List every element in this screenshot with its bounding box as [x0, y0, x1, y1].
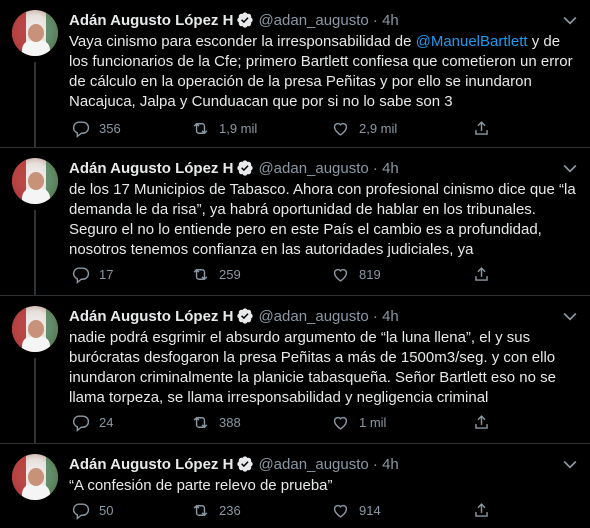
thread-line [34, 210, 36, 296]
retweet-count: 236 [219, 502, 241, 518]
reply-icon [72, 120, 90, 138]
share-icon [475, 266, 488, 281]
author-name[interactable]: Adán Augusto López H [69, 456, 233, 473]
like-icon [333, 268, 348, 282]
tweet-header: Adán Augusto López H @adan_augusto · 4h [69, 454, 399, 474]
share-button[interactable] [472, 500, 491, 520]
author-handle[interactable]: @adan_augusto · 4h [258, 160, 398, 177]
share-button[interactable] [472, 264, 491, 284]
share-icon [475, 414, 488, 429]
thread-line [34, 62, 36, 148]
retweet-count: 259 [219, 266, 241, 282]
author-name[interactable]: Adán Augusto López H [69, 12, 233, 29]
verified-badge-icon [236, 11, 254, 29]
author-handle[interactable]: @adan_augusto · 4h [258, 308, 398, 325]
tweet-actions: 50 236 914 [69, 500, 489, 520]
retweet-count: 388 [219, 414, 241, 430]
thread-line [34, 358, 36, 444]
verified-badge-icon [236, 307, 254, 325]
like-icon [333, 122, 348, 136]
tweet-header: Adán Augusto López H @adan_augusto · 4h [69, 158, 399, 178]
like-icon [333, 416, 348, 430]
tweet-text: de los 17 Municipios de Tabasco. Ahora c… [69, 181, 576, 258]
like-count: 914 [359, 502, 381, 518]
retweet-button[interactable]: 259 [191, 264, 241, 284]
tweet-actions: 356 1,9 mil 2,9 mil [69, 118, 489, 138]
chevron-down-icon[interactable] [560, 158, 580, 178]
mention-link[interactable]: @ManuelBartlett [416, 33, 528, 50]
share-icon [475, 120, 488, 135]
tweet-1[interactable]: Adán Augusto López H @adan_augusto · 4h … [0, 0, 590, 148]
reply-button[interactable]: 50 [71, 500, 113, 520]
reply-count: 17 [99, 266, 114, 282]
reply-count: 24 [99, 414, 114, 430]
chevron-down-icon[interactable] [560, 306, 580, 326]
retweet-count: 1,9 mil [219, 120, 258, 136]
reply-count: 356 [99, 120, 121, 136]
avatar[interactable] [12, 158, 58, 204]
retweet-button[interactable]: 388 [191, 412, 241, 432]
verified-badge-icon [236, 455, 254, 473]
share-button[interactable] [472, 118, 491, 138]
tweet-text: Vaya cinismo para esconder la irresponsa… [69, 32, 579, 112]
tweet-2[interactable]: Adán Augusto López H @adan_augusto · 4h … [0, 148, 590, 296]
like-button[interactable]: 819 [331, 264, 381, 284]
tweet-text: “A confesión de parte relevo de prueba” [69, 477, 333, 494]
retweet-icon [193, 122, 208, 134]
tweet-header: Adán Augusto López H @adan_augusto · 4h [69, 306, 399, 326]
avatar[interactable] [12, 306, 58, 352]
author-name[interactable]: Adán Augusto López H [69, 160, 233, 177]
chevron-down-icon[interactable] [560, 454, 580, 474]
like-button[interactable]: 1 mil [331, 412, 386, 432]
share-button[interactable] [472, 412, 491, 432]
author-handle[interactable]: @adan_augusto · 4h [258, 456, 398, 473]
retweet-icon [193, 504, 208, 516]
avatar[interactable] [12, 454, 58, 500]
author-handle[interactable]: @adan_augusto · 4h [258, 12, 398, 29]
avatar[interactable] [12, 10, 58, 56]
tweet-actions: 17 259 819 [69, 264, 489, 284]
retweet-icon [193, 416, 208, 428]
reply-button[interactable]: 24 [71, 412, 113, 432]
tweet-header: Adán Augusto López H @adan_augusto · 4h [69, 10, 399, 30]
like-button[interactable]: 2,9 mil [331, 118, 397, 138]
tweet-4[interactable]: Adán Augusto López H @adan_augusto · 4h … [0, 444, 590, 528]
verified-badge-icon [236, 159, 254, 177]
tweet-text-start: Vaya cinismo para esconder la irresponsa… [69, 33, 416, 50]
retweet-button[interactable]: 1,9 mil [191, 118, 257, 138]
reply-button[interactable]: 356 [71, 118, 121, 138]
reply-icon [72, 502, 90, 520]
reply-icon [72, 266, 90, 284]
like-button[interactable]: 914 [331, 500, 381, 520]
reply-button[interactable]: 17 [71, 264, 113, 284]
retweet-button[interactable]: 236 [191, 500, 241, 520]
tweet-3[interactable]: Adán Augusto López H @adan_augusto · 4h … [0, 296, 590, 444]
like-icon [333, 504, 348, 518]
like-count: 1 mil [359, 414, 387, 430]
share-icon [475, 502, 488, 517]
author-name[interactable]: Adán Augusto López H [69, 308, 233, 325]
tweet-text: nadie podrá esgrimir el absurdo argument… [69, 329, 556, 406]
like-count: 819 [359, 266, 381, 282]
chevron-down-icon[interactable] [560, 10, 580, 30]
reply-count: 50 [99, 502, 114, 518]
tweet-actions: 24 388 1 mil [69, 412, 489, 432]
like-count: 2,9 mil [359, 120, 398, 136]
reply-icon [72, 414, 90, 432]
retweet-icon [193, 268, 208, 280]
